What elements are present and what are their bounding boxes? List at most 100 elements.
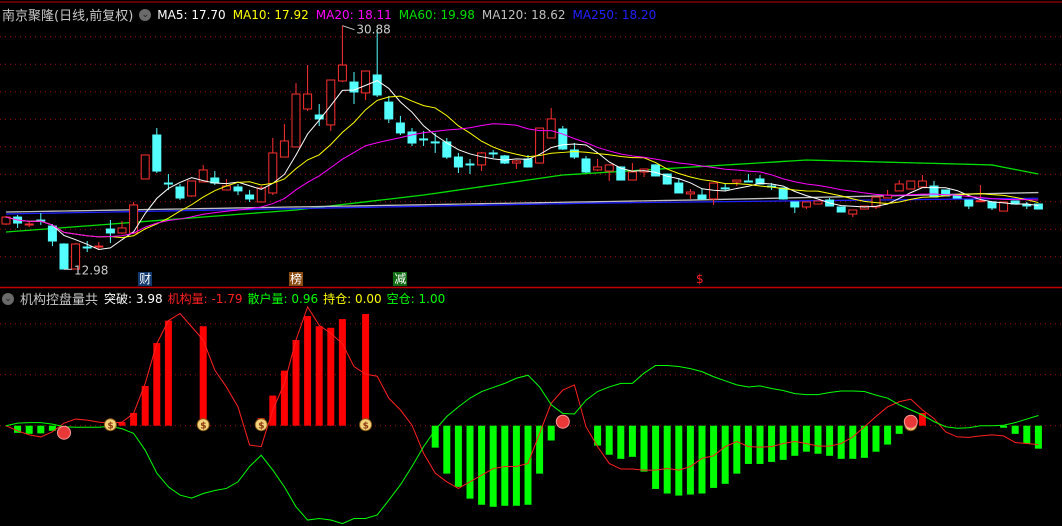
candle-down — [651, 164, 661, 177]
indicator-bar-negative — [849, 425, 857, 459]
indicator-bar-positive — [304, 316, 312, 426]
indicator-bar-negative — [431, 425, 439, 448]
indicator-bar-negative — [1000, 425, 1008, 428]
candle-down — [152, 134, 162, 172]
main-chart-header: 南京聚隆(日线,前复权) ⌄ MA5: 17.70 MA10: 17.92 MA20… — [2, 5, 656, 25]
candle-up — [279, 140, 289, 158]
indicator-bar-negative — [501, 425, 509, 506]
candle-up — [24, 223, 34, 226]
indicator-bar-negative — [1023, 425, 1031, 444]
event-marker[interactable]: 减 — [393, 272, 408, 286]
indicator-bar-negative — [443, 425, 451, 474]
candle-down — [987, 201, 997, 209]
money-bag-icon: $ — [363, 422, 369, 432]
indicator-bar-negative — [768, 425, 776, 462]
indicator-bar-negative — [37, 425, 45, 434]
candle-up — [917, 180, 927, 188]
candle-up — [94, 245, 104, 248]
candle-up — [906, 180, 916, 190]
candle-up — [848, 209, 858, 215]
event-marker[interactable]: $ — [695, 272, 705, 286]
ma-line-ma250 — [5, 197, 1039, 215]
candle-down — [82, 246, 92, 249]
candle-up — [291, 93, 301, 148]
ma-legend-item: MA5: 17.70 — [157, 7, 226, 22]
high-price-label: 30.88 — [356, 23, 390, 37]
candle-down — [1022, 204, 1032, 207]
candle-up — [477, 152, 487, 166]
indicator-bar-negative — [25, 425, 33, 434]
ma-legend-item: MA250: 18.20 — [572, 7, 657, 22]
candle-down — [697, 194, 707, 200]
chevron-down-icon[interactable]: ⌄ — [2, 292, 14, 305]
indicator-bar-negative — [466, 425, 474, 499]
candle-up — [140, 154, 150, 180]
event-marker[interactable]: 财 — [138, 272, 153, 286]
indicator-bar-negative — [640, 425, 648, 472]
candle-down — [47, 225, 57, 242]
event-marker[interactable]: 榜 — [289, 272, 304, 286]
indicator-bar-positive — [141, 385, 149, 426]
candle-down — [453, 156, 463, 168]
candle-up — [732, 179, 742, 183]
retail-volume-line — [5, 365, 1039, 525]
indicator-header: ⌄ 机构控盘量共 突破: 3.98 机构量: -1.79 散户量: 0.96 持仓: … — [2, 289, 445, 308]
ma-legend-item: MA60: 19.98 — [398, 7, 475, 22]
indicator-legend: 突破: 3.98 机构量: -1.79 散户量: 0.96 持仓: 0.00 空仓: 1… — [104, 290, 445, 307]
indicator-bar-positive — [338, 319, 346, 426]
indicator-bar-positive — [315, 326, 323, 426]
indicator-value: 散户量: 0.96 — [247, 292, 319, 306]
indicator-bar-negative — [663, 425, 671, 494]
candle-up — [268, 152, 278, 194]
ma-legend-item: MA120: 18.62 — [481, 7, 566, 22]
candle-down — [836, 206, 846, 213]
candle-up — [801, 201, 811, 208]
candle-down — [59, 243, 69, 270]
candle-up — [221, 185, 231, 191]
candle-down — [233, 186, 243, 192]
candle-down — [674, 182, 684, 194]
money-bag-icon: $ — [200, 422, 206, 432]
indicator-bar-negative — [721, 425, 729, 484]
indicator-bar-negative — [802, 425, 810, 452]
candle-up — [593, 166, 603, 171]
indicator-bar-negative — [675, 425, 683, 496]
chevron-down-icon[interactable]: ⌄ — [139, 8, 152, 21]
stock-chart[interactable]: 30.88 12.98 $ $ $ $ $ — [0, 0, 1062, 526]
indicator-bar-negative — [814, 425, 822, 454]
candle-up — [303, 93, 313, 110]
indicator-bar-positive — [327, 327, 335, 426]
indicator-bar-negative — [686, 425, 694, 495]
ma-legend: MA5: 17.70 MA10: 17.92 MA20: 18.11 MA60: 19… — [157, 8, 656, 22]
indicator-value: 机构量: -1.79 — [167, 292, 243, 306]
stock-title: 南京聚隆(日线,前复权) — [2, 9, 134, 24]
signal-ball-icon — [555, 414, 570, 429]
candle-up — [894, 183, 904, 192]
candle-down — [407, 131, 417, 144]
indicator-bar-negative — [791, 425, 799, 456]
candle-up — [337, 64, 347, 82]
indicator-bar-negative — [895, 425, 903, 434]
candle-down — [790, 201, 800, 208]
indicator-bar-positive — [280, 370, 288, 426]
candle-down — [720, 187, 730, 190]
signal-ball-icon — [57, 425, 71, 440]
indicator-bar-negative — [489, 425, 497, 507]
candle-down — [558, 128, 568, 150]
institution-volume-line — [5, 305, 1039, 490]
candle-up — [813, 200, 823, 205]
indicator-bar-negative — [872, 425, 880, 452]
candle-down — [419, 138, 429, 141]
indicator-bar-negative — [1034, 425, 1042, 449]
high-pointer — [342, 25, 355, 31]
candle-down — [743, 180, 753, 183]
indicator-title: 机构控盘量共 — [20, 293, 99, 308]
candle-down — [245, 194, 255, 200]
indicator-bar-negative — [744, 425, 752, 464]
indicator-value: 突破: 3.98 — [104, 292, 163, 306]
indicator-bar-negative — [652, 425, 660, 489]
candle-up — [546, 118, 556, 139]
indicator-bar-positive — [153, 343, 161, 426]
indicator-bar-negative — [628, 425, 636, 457]
indicator-bar-negative — [617, 425, 625, 459]
